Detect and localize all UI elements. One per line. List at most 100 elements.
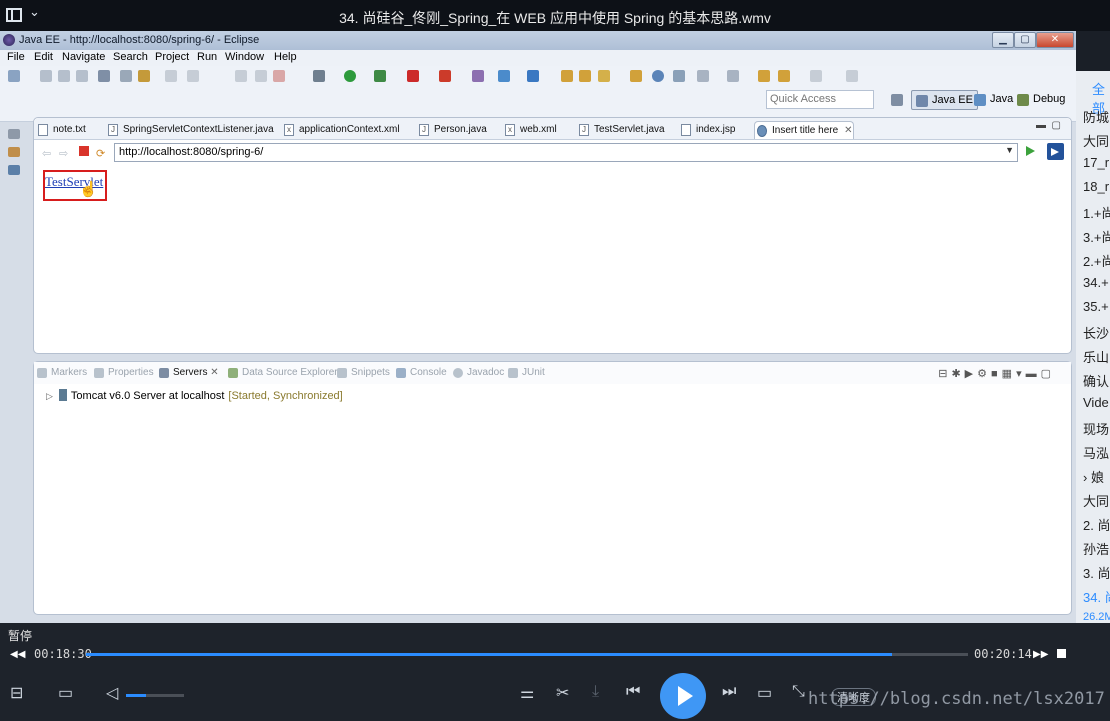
- playlist-item[interactable]: 2.+尚: [1083, 251, 1110, 270]
- playlist-item[interactable]: 防城: [1083, 107, 1109, 126]
- forward-icon[interactable]: [810, 70, 822, 82]
- profile-icon[interactable]: ⚙: [977, 368, 991, 380]
- open-external-browser-icon[interactable]: [1047, 143, 1064, 160]
- new-class-icon[interactable]: [527, 70, 539, 82]
- close-tab-icon[interactable]: ✕: [210, 367, 218, 378]
- quick-access-input[interactable]: Quick Access: [766, 90, 874, 109]
- maximize-button[interactable]: ▢: [1014, 32, 1036, 48]
- playlist-item[interactable]: 大同: [1083, 131, 1109, 150]
- tab-data-source-explorer[interactable]: Data Source Explorer: [228, 367, 338, 378]
- terminate-icon[interactable]: [273, 70, 285, 82]
- minimize-button[interactable]: ▁: [992, 32, 1014, 48]
- menu-window[interactable]: Window: [225, 51, 264, 63]
- stop-icon[interactable]: [1057, 649, 1066, 658]
- url-dropdown-icon[interactable]: ▼: [1005, 145, 1014, 155]
- menu-edit[interactable]: Edit: [34, 51, 53, 63]
- playlist-item[interactable]: 现场: [1083, 419, 1109, 438]
- playlist-item[interactable]: 35.+: [1083, 299, 1109, 314]
- project-explorer-icon[interactable]: [8, 147, 20, 157]
- equalizer-icon[interactable]: ⚌: [520, 683, 534, 703]
- tab-markers[interactable]: Markers: [37, 367, 87, 378]
- start-server-icon[interactable]: ▶: [965, 368, 977, 380]
- collapse-icon[interactable]: ⊟: [938, 368, 951, 380]
- maximize-icon[interactable]: ▢: [1041, 368, 1055, 380]
- redo-icon[interactable]: [187, 70, 199, 82]
- open-folder-icon[interactable]: ▭: [58, 683, 73, 703]
- playlist-item[interactable]: 17_r: [1083, 155, 1109, 170]
- tab-properties[interactable]: Properties: [94, 367, 154, 378]
- playlist-item[interactable]: 乐山: [1083, 347, 1109, 366]
- tab-javadoc[interactable]: Javadoc: [453, 367, 504, 378]
- new-server-icon[interactable]: [472, 70, 484, 82]
- open-task-icon[interactable]: [138, 70, 150, 82]
- pencil-icon[interactable]: [598, 70, 610, 82]
- forward-arrow-icon[interactable]: ⇨: [59, 147, 68, 160]
- playlist-item[interactable]: Vide: [1083, 395, 1109, 410]
- restore-view-icon[interactable]: [8, 129, 20, 139]
- minimize-icon[interactable]: ▬: [1036, 120, 1046, 131]
- scissors-icon[interactable]: ✂: [556, 683, 569, 703]
- package-icon[interactable]: [630, 70, 642, 82]
- download-icon[interactable]: ⤓: [592, 683, 599, 701]
- playlist-item[interactable]: 3.+尚: [1083, 227, 1110, 246]
- menu-file[interactable]: File: [7, 51, 25, 63]
- debug-icon[interactable]: [374, 70, 386, 82]
- fast-forward-icon[interactable]: ▶▶: [1033, 649, 1048, 660]
- menu-help[interactable]: Help: [274, 51, 297, 63]
- close-button[interactable]: ✕: [1036, 32, 1074, 48]
- playlist-item-current[interactable]: 34. 尚: [1083, 587, 1110, 606]
- save-icon[interactable]: [40, 70, 52, 82]
- suspend-icon[interactable]: [255, 70, 267, 82]
- go-icon[interactable]: [1026, 146, 1035, 156]
- playlist-item[interactable]: 34.+: [1083, 275, 1109, 290]
- editor-tab-appcontext[interactable]: x applicationContext.xml: [282, 121, 400, 139]
- close-tab-icon[interactable]: ✕: [844, 125, 852, 136]
- editor-tab-browser[interactable]: Insert title here ✕: [754, 121, 854, 139]
- perspective-debug[interactable]: Debug: [1013, 90, 1069, 110]
- playlist-item[interactable]: 大同: [1083, 491, 1109, 510]
- back-icon[interactable]: [778, 70, 790, 82]
- editor-tab-indexjsp[interactable]: index.jsp: [679, 121, 735, 139]
- previous-icon[interactable]: ⏮: [626, 683, 640, 701]
- editor-tab-testservlet[interactable]: J TestServlet.java: [577, 121, 665, 139]
- next-annotation-icon[interactable]: [697, 70, 709, 82]
- refresh-icon[interactable]: ⟳: [96, 147, 105, 160]
- search-toolbar-icon[interactable]: [673, 70, 685, 82]
- volume-icon[interactable]: ◁: [106, 683, 118, 703]
- playlist-folder[interactable]: › 娘: [1083, 467, 1104, 486]
- server-stop-icon[interactable]: [407, 70, 419, 82]
- open-folder-icon[interactable]: [561, 70, 573, 82]
- print-icon[interactable]: [76, 70, 88, 82]
- tab-servers[interactable]: Servers ✕: [159, 367, 219, 378]
- playlist-item[interactable]: 1.+尚: [1083, 203, 1110, 222]
- menu-project[interactable]: Project: [155, 51, 189, 63]
- play-button[interactable]: [660, 673, 706, 719]
- editor-tab-person[interactable]: J Person.java: [417, 121, 487, 139]
- tab-console[interactable]: Console: [396, 367, 447, 378]
- globe-icon[interactable]: [652, 70, 664, 82]
- playlist-item[interactable]: 长沙: [1083, 323, 1109, 342]
- toggle-mark-icon[interactable]: [98, 70, 110, 82]
- stop-server-icon[interactable]: ■: [991, 368, 1002, 380]
- debug-server-icon[interactable]: ✱: [951, 368, 964, 380]
- editor-tab-listener[interactable]: J SpringServletContextListener.java: [106, 121, 274, 139]
- back-history-icon[interactable]: [758, 70, 770, 82]
- maximize-icon[interactable]: ▢: [1052, 120, 1061, 131]
- settings-gear-icon[interactable]: [313, 70, 325, 82]
- outline-icon[interactable]: [8, 165, 20, 175]
- perspective-java[interactable]: Java: [970, 90, 1017, 110]
- prev-annotation-icon[interactable]: [727, 70, 739, 82]
- back-arrow-icon[interactable]: ⇦: [42, 147, 51, 160]
- editor-tab-webxml[interactable]: x web.xml: [503, 121, 557, 139]
- playlist-item[interactable]: 3. 尚: [1083, 563, 1110, 582]
- seek-bar[interactable]: [86, 653, 968, 656]
- fullscreen-icon[interactable]: ⤡: [792, 683, 805, 701]
- perspective-java-ee[interactable]: Java EE: [911, 90, 978, 110]
- server-tree-item[interactable]: ▷ Tomcat v6.0 Server at localhost [Started…: [46, 389, 343, 402]
- url-input[interactable]: http://localhost:8080/spring-6/ ▼: [114, 143, 1018, 162]
- menu-run[interactable]: Run: [197, 51, 217, 63]
- playlist-item[interactable]: 马泓: [1083, 443, 1109, 462]
- run-icon[interactable]: [344, 70, 356, 82]
- publish-icon[interactable]: ▦: [1002, 368, 1016, 380]
- step-into-icon[interactable]: [235, 70, 247, 82]
